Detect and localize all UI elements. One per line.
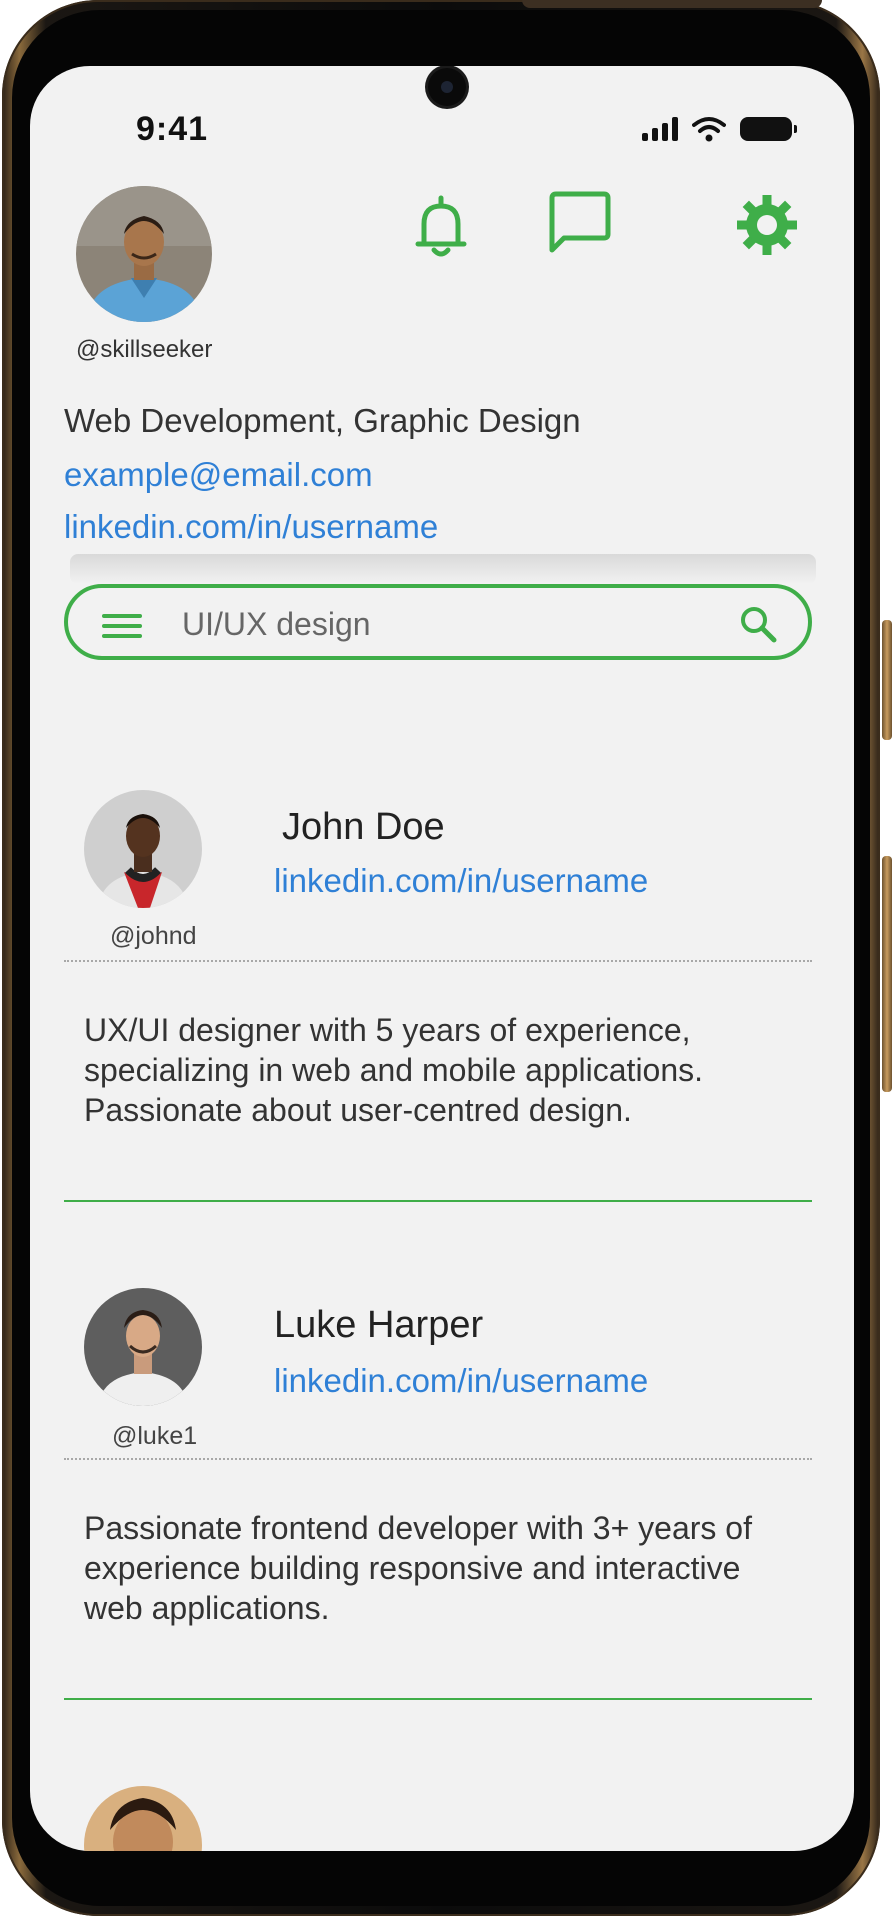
- search-shadow: [70, 554, 816, 584]
- search-bar[interactable]: UI/UX design: [64, 584, 812, 660]
- chat-icon[interactable]: [546, 190, 614, 256]
- profile-handle: @johnd: [110, 922, 197, 950]
- my-linkedin-link[interactable]: linkedin.com/in/username: [64, 508, 438, 546]
- front-camera: [428, 68, 466, 106]
- status-icons: [642, 116, 797, 142]
- my-skills: Web Development, Graphic Design: [64, 402, 581, 439]
- profile-handle: @luke1: [112, 1422, 198, 1450]
- phone-top-edge: [522, 0, 822, 8]
- screen: 9:41 @skillseeker Web Development, Graph…: [30, 66, 854, 1851]
- volume-button: [882, 620, 892, 740]
- dotted-divider: [64, 1458, 812, 1460]
- search-input[interactable]: UI/UX design: [182, 606, 371, 643]
- my-avatar[interactable]: [76, 186, 212, 322]
- wifi-icon: [692, 117, 726, 142]
- dotted-divider: [64, 960, 812, 962]
- menu-icon[interactable]: [102, 614, 142, 638]
- profile-bio: Passionate frontend developer with 3+ ye…: [84, 1510, 752, 1626]
- status-time: 9:41: [136, 110, 209, 148]
- my-email-link[interactable]: example@email.com: [64, 456, 373, 494]
- power-button: [882, 856, 892, 1092]
- profile-avatar[interactable]: [84, 1288, 202, 1406]
- signal-icon: [642, 117, 678, 141]
- bell-icon[interactable]: [414, 194, 468, 258]
- gear-icon[interactable]: [734, 192, 800, 258]
- profile-avatar[interactable]: [84, 1786, 202, 1851]
- profile-linkedin-link[interactable]: linkedin.com/in/username: [274, 862, 648, 900]
- profile-separator: [64, 1698, 812, 1700]
- profile-name[interactable]: John Doe: [282, 806, 445, 849]
- profile-avatar[interactable]: [84, 790, 202, 908]
- search-icon[interactable]: [738, 604, 778, 644]
- my-handle: @skillseeker: [76, 336, 213, 363]
- profile-linkedin-link[interactable]: linkedin.com/in/username: [274, 1362, 648, 1400]
- profile-bio: UX/UI designer with 5 years of experienc…: [84, 1012, 704, 1128]
- profile-name[interactable]: Luke Harper: [274, 1304, 483, 1347]
- battery-icon: [740, 117, 797, 141]
- profile-separator: [64, 1200, 812, 1202]
